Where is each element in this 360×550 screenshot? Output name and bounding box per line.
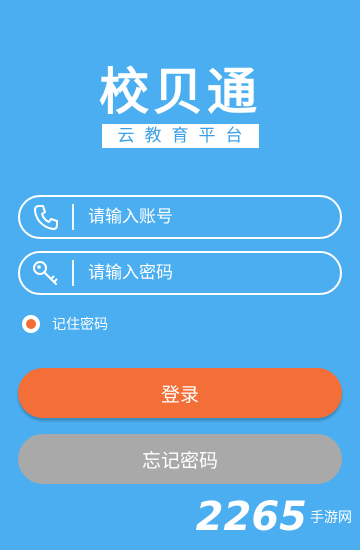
remember-password-toggle[interactable]: 记住密码 — [22, 314, 108, 334]
app-logo: 校贝通 云教育平台 — [0, 62, 360, 148]
password-field[interactable] — [18, 251, 342, 295]
account-field[interactable] — [18, 195, 342, 239]
remember-label: 记住密码 — [52, 317, 108, 333]
forgot-password-button[interactable]: 忘记密码 — [18, 434, 342, 484]
field-separator — [72, 204, 74, 230]
watermark: 2265 手游网 — [196, 495, 352, 539]
watermark-digits: 2265 — [195, 494, 307, 540]
logo-title: 校贝通 — [99, 63, 261, 121]
key-icon — [20, 253, 72, 293]
remember-radio[interactable] — [22, 315, 40, 333]
phone-icon — [20, 197, 72, 237]
password-input[interactable] — [86, 262, 340, 284]
watermark-site: 手游网 — [310, 510, 352, 526]
logo-subtitle: 云教育平台 — [101, 124, 259, 148]
remember-radio-dot — [26, 319, 36, 329]
field-separator — [72, 260, 74, 286]
login-button[interactable]: 登录 — [18, 368, 342, 418]
account-input[interactable] — [86, 206, 340, 228]
